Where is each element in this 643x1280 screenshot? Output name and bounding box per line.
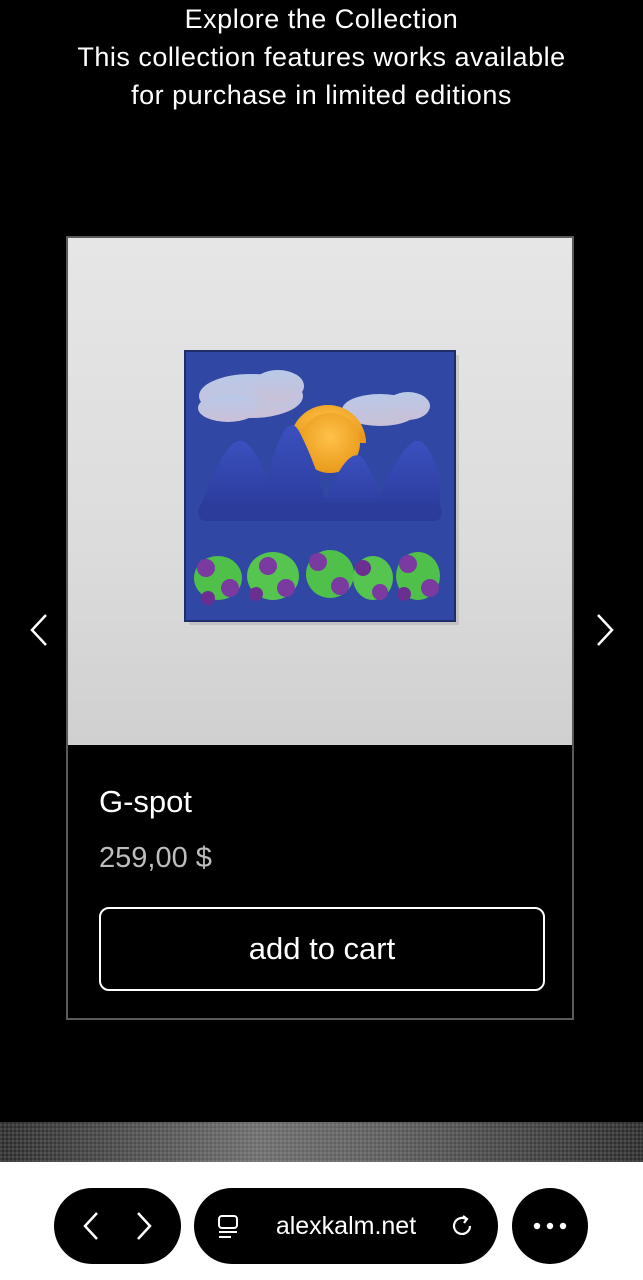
chevron-left-icon (83, 1212, 98, 1240)
collection-description: This collection features works available… (77, 42, 566, 110)
carousel-next-button[interactable] (590, 612, 620, 648)
browser-forward-button[interactable] (134, 1210, 154, 1242)
browser-nav-pill (54, 1188, 181, 1264)
browser-back-button[interactable] (81, 1210, 101, 1242)
more-icon (532, 1221, 568, 1231)
browser-toolbar: alexkalm.net (0, 1162, 643, 1280)
add-to-cart-button[interactable]: add to cart (99, 907, 545, 991)
reader-mode-icon[interactable] (216, 1213, 242, 1239)
page-bottom-fade (0, 1122, 643, 1162)
address-url[interactable]: alexkalm.net (276, 1212, 416, 1241)
product-price: 259,00 $ (99, 842, 212, 874)
chevron-left-icon (29, 613, 49, 647)
product-image[interactable] (68, 238, 572, 745)
carousel-prev-button[interactable] (24, 612, 54, 648)
reload-icon[interactable] (450, 1213, 476, 1239)
chevron-right-icon (137, 1212, 152, 1240)
collection-header: Explore the Collection This collection f… (0, 0, 643, 114)
page-title: Explore the Collection (184, 4, 459, 34)
product-card: G-spot 259,00 $ add to cart (66, 236, 574, 1020)
more-button[interactable] (512, 1188, 588, 1264)
address-bar[interactable]: alexkalm.net (194, 1188, 498, 1264)
chevron-right-icon (595, 613, 615, 647)
product-name[interactable]: G-spot (99, 784, 192, 820)
